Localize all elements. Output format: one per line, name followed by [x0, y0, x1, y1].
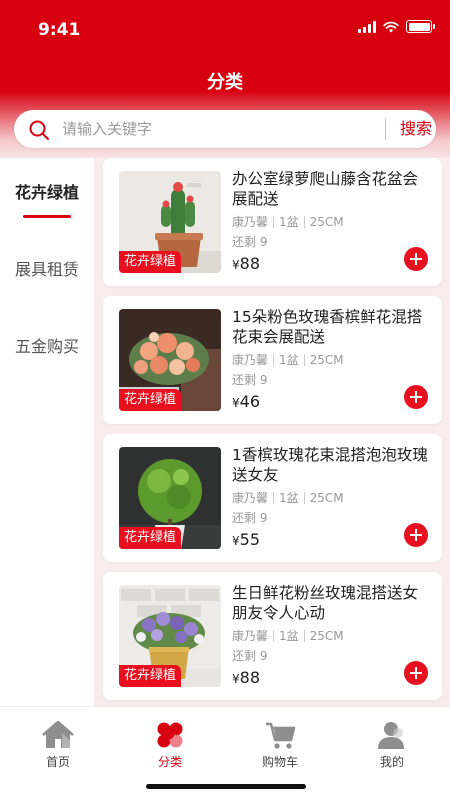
sidebar-item-label: 花卉绿植 [14, 183, 79, 202]
product-card[interactable]: 花卉绿植 生日鲜花粉丝玫瑰混搭送女朋友令人心动 康乃馨 1盆 25CM 还剩 9 ¥… [103, 572, 442, 700]
category-tag: 花卉绿植 [119, 527, 182, 549]
search-button[interactable]: 搜索 [390, 116, 442, 142]
tab-category[interactable]: 分类 [130, 719, 210, 770]
add-to-cart-button[interactable] [404, 385, 428, 409]
price-currency: ¥ [232, 672, 240, 686]
price-value: 55 [239, 530, 260, 549]
price-value: 88 [239, 668, 260, 687]
profile-icon [378, 722, 404, 749]
tab-cart[interactable]: 购物车 [240, 719, 320, 770]
product-card[interactable]: 花卉绿植 15朵粉色玫瑰香槟鲜花混搭花束会展配送 康乃馨 1盆 25CM 还剩 9 … [103, 296, 442, 424]
search-input[interactable] [62, 118, 362, 140]
product-stock: 还剩 9 [232, 649, 268, 663]
tab-label: 分类 [157, 755, 182, 769]
battery-icon [406, 20, 435, 33]
product-image: 花卉绿植 [119, 171, 221, 273]
product-qty: 1盆 [279, 491, 299, 505]
product-size: 25CM [309, 628, 344, 643]
product-meta: 康乃馨 1盆 25CM [232, 213, 344, 230]
tab-label: 首页 [45, 755, 70, 769]
sidebar-item-flowers[interactable]: 花卉绿植 [0, 163, 94, 223]
product-meta: 康乃馨 1盆 25CM [232, 627, 344, 644]
product-qty: 1盆 [279, 629, 299, 643]
add-to-cart-button[interactable] [404, 523, 428, 547]
price-currency: ¥ [232, 396, 240, 410]
search-divider [385, 118, 386, 140]
price-value: 88 [239, 254, 260, 273]
sidebar-item-label: 展具租赁 [14, 260, 79, 279]
add-to-cart-button[interactable] [404, 247, 428, 271]
product-stock: 还剩 9 [232, 511, 268, 525]
product-image: 花卉绿植 [119, 585, 221, 687]
page-title: 分类 [207, 72, 243, 93]
product-title: 15朵粉色玫瑰香槟鲜花混搭花束会展配送 [232, 308, 423, 346]
status-bar: 9:41 [0, 0, 450, 60]
product-price: ¥88 [232, 668, 260, 687]
product-brand: 康乃馨 [232, 215, 269, 229]
category-tag: 花卉绿植 [119, 251, 182, 273]
search-bar: 搜索 [14, 110, 436, 148]
product-title: 办公室绿萝爬山藤含花盆会展配送 [232, 170, 419, 208]
product-brand: 康乃馨 [232, 353, 269, 367]
product-meta: 康乃馨 1盆 25CM [232, 489, 344, 506]
home-indicator [146, 784, 306, 789]
product-size: 25CM [309, 490, 344, 505]
category-sidebar: 花卉绿植 展具租赁 五金购买 [0, 158, 94, 706]
sidebar-item-rental[interactable]: 展具租赁 [0, 240, 94, 300]
sidebar-item-hardware[interactable]: 五金购买 [0, 317, 94, 377]
product-stock: 还剩 9 [232, 235, 268, 249]
price-currency: ¥ [232, 534, 240, 548]
product-price: ¥55 [232, 530, 260, 549]
home-icon [42, 720, 74, 748]
sidebar-item-label: 五金购买 [14, 337, 79, 356]
product-size: 25CM [309, 352, 344, 367]
product-card[interactable]: 花卉绿植 办公室绿萝爬山藤含花盆会展配送 康乃馨 1盆 25CM 还剩 9 ¥88 [103, 158, 442, 286]
search-icon [29, 120, 49, 140]
product-title: 生日鲜花粉丝玫瑰混搭送女朋友令人心动 [232, 584, 419, 622]
product-stock: 还剩 9 [232, 373, 268, 387]
product-card[interactable]: 花卉绿植 1香槟玫瑰花束混搭泡泡玫瑰送女友 康乃馨 1盆 25CM 还剩 9 ¥55 [103, 434, 442, 562]
tab-label: 我的 [379, 755, 404, 769]
tab-profile[interactable]: 我的 [352, 719, 432, 770]
status-icons [358, 20, 435, 33]
tab-label: 购物车 [261, 755, 298, 769]
product-qty: 1盆 [279, 353, 299, 367]
active-indicator [23, 215, 71, 218]
product-list: 花卉绿植 办公室绿萝爬山藤含花盆会展配送 康乃馨 1盆 25CM 还剩 9 ¥88 [94, 158, 450, 706]
cart-icon [266, 722, 296, 749]
price-value: 46 [239, 392, 260, 411]
product-price: ¥46 [232, 392, 260, 411]
wifi-icon [383, 21, 399, 32]
product-meta: 康乃馨 1盆 25CM [232, 351, 344, 368]
status-time: 9:41 [38, 20, 81, 40]
product-qty: 1盆 [279, 215, 299, 229]
category-icon [157, 722, 183, 748]
signal-icon [358, 20, 376, 33]
product-title: 1香槟玫瑰花束混搭泡泡玫瑰送女友 [232, 446, 428, 484]
add-to-cart-button[interactable] [404, 661, 428, 685]
tab-home[interactable]: 首页 [18, 719, 98, 770]
category-tag: 花卉绿植 [119, 389, 182, 411]
product-brand: 康乃馨 [232, 491, 269, 505]
product-image: 花卉绿植 [119, 447, 221, 549]
category-tag: 花卉绿植 [119, 665, 182, 687]
product-brand: 康乃馨 [232, 629, 269, 643]
price-currency: ¥ [232, 258, 240, 272]
product-size: 25CM [309, 214, 344, 229]
product-image: 花卉绿植 [119, 309, 221, 411]
product-price: ¥88 [232, 254, 260, 273]
